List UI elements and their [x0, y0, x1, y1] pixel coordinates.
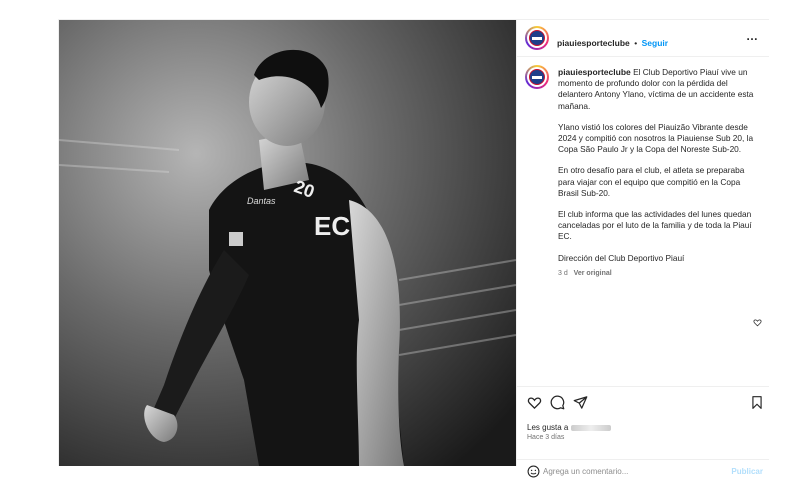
caption-like-heart-icon[interactable]	[753, 318, 762, 327]
more-options-button[interactable]: …	[746, 29, 759, 43]
likes-label: Les gusta a	[527, 423, 569, 432]
caption: piauiesporteclube El Club Deportivo Piau…	[558, 67, 758, 279]
post-sidebar: piauiesporteclube • Seguir … piauiesport…	[516, 20, 769, 478]
comment-row: Agrega un comentario... Publicar	[517, 459, 769, 490]
separator-dot: •	[634, 38, 638, 48]
caption-username[interactable]: piauiesporteclube	[558, 67, 631, 77]
see-original-link[interactable]: Ver original	[574, 270, 612, 277]
comment-input[interactable]: Agrega un comentario...	[543, 467, 628, 476]
club-crest-icon	[529, 69, 545, 85]
heart-icon[interactable]	[527, 395, 542, 410]
comment-icon[interactable]	[550, 395, 565, 410]
likes-line: Les gusta a	[527, 423, 611, 432]
jersey-brand-text: Dantas	[247, 196, 276, 206]
club-crest-icon	[529, 30, 545, 46]
caption-avatar[interactable]	[525, 65, 549, 89]
avatar[interactable]	[525, 26, 549, 50]
instagram-post: Dantas EC 20 piauiesporteclube • Seguir …	[58, 19, 769, 478]
liker-name-blurred[interactable]	[570, 424, 611, 431]
emoji-icon[interactable]	[527, 465, 540, 478]
jersey-crest	[229, 232, 243, 246]
caption-signature: Dirección del Club Deportivo Piauí	[558, 252, 685, 263]
follow-button[interactable]: Seguir	[642, 38, 668, 48]
caption-paragraph: Ylano vistió los colores del Piauizão Vi…	[558, 121, 754, 155]
athlete-illustration: Dantas EC 20	[59, 20, 516, 466]
post-age: 3 d	[558, 269, 568, 277]
post-header: piauiesporteclube • Seguir …	[517, 20, 769, 57]
jersey-badge-text: EC	[314, 211, 350, 241]
caption-paragraph: En otro desafío para el club, el atleta …	[558, 165, 745, 198]
caption-paragraph: El club informa que las actividades del …	[558, 209, 752, 242]
post-time: Hace 3 días	[527, 434, 565, 441]
bookmark-icon[interactable]	[750, 395, 764, 410]
action-bar: Les gusta a Hace 3 días Agrega un coment…	[517, 386, 769, 478]
caption-meta: 3 d Ver original	[558, 268, 758, 279]
post-photo[interactable]: Dantas EC 20	[59, 20, 516, 466]
header-username[interactable]: piauiesporteclube	[557, 38, 630, 48]
publish-button[interactable]: Publicar	[731, 467, 763, 476]
share-icon[interactable]	[573, 395, 588, 410]
